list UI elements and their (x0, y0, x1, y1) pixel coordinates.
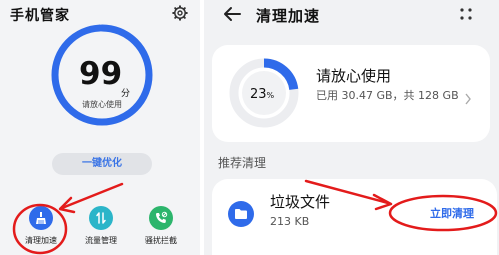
junk-files-card: 垃圾文件 213 KB 立即清理 (212, 179, 497, 255)
tool-label: 清理加速 (25, 236, 57, 245)
traffic-icon (89, 206, 113, 230)
storage-percent-sign: % (266, 91, 275, 100)
phone-block-icon (149, 206, 173, 230)
score-caption: 请放心使用 (82, 100, 122, 109)
screenshot-composite: 手机管家 99 分 请放心使用 一键优化 清理加速 流量管理 骚扰拦截 清理加速… (0, 0, 499, 255)
section-title: 推荐清理 (218, 156, 267, 170)
storage-card[interactable]: 23% 请放心使用 已用 30.47 GB，共 128 GB (212, 45, 490, 142)
tool-label: 流量管理 (85, 236, 117, 245)
tool-clean-accelerate[interactable]: 清理加速 (11, 206, 71, 246)
storage-status-heading: 请放心使用 (316, 67, 392, 85)
folder-icon (228, 201, 254, 227)
tool-label: 骚扰拦截 (145, 236, 177, 245)
clean-accelerate-screen: 清理加速 23% 请放心使用 已用 30.47 GB，共 128 GB 推荐清理 (204, 0, 499, 255)
storage-percent: 23% (250, 87, 274, 102)
junk-files-label: 垃圾文件 (270, 193, 331, 211)
gear-icon[interactable] (172, 5, 188, 21)
tool-harass-block[interactable]: 骚扰拦截 (131, 206, 191, 246)
junk-files-size: 213 KB (270, 215, 310, 228)
score-value: 99 (79, 56, 123, 92)
more-options-icon[interactable] (459, 7, 473, 21)
clean-now-button[interactable]: 立即清理 (418, 204, 486, 224)
back-arrow-icon[interactable] (222, 6, 242, 22)
page-title: 清理加速 (256, 7, 321, 25)
chevron-right-icon (465, 93, 471, 105)
score-unit: 分 (121, 89, 131, 99)
broom-icon (29, 206, 53, 230)
phone-manager-screen: 手机管家 99 分 请放心使用 一键优化 清理加速 流量管理 骚扰拦截 (0, 0, 200, 255)
page-title: 手机管家 (10, 8, 70, 24)
storage-usage-detail: 已用 30.47 GB，共 128 GB (316, 89, 459, 102)
tool-traffic-manage[interactable]: 流量管理 (71, 206, 131, 246)
one-click-optimize-button[interactable]: 一键优化 (52, 153, 152, 175)
storage-percent-value: 23 (250, 87, 267, 102)
